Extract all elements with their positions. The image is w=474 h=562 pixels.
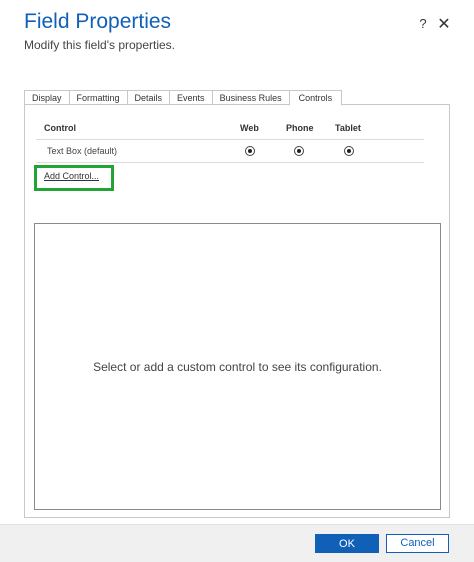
control-row-label: Text Box (default) — [47, 146, 118, 156]
tab-formatting[interactable]: Formatting — [68, 90, 127, 105]
radio-selected-dot — [347, 149, 351, 153]
web-radio[interactable] — [245, 146, 255, 156]
column-header-web: Web — [240, 123, 259, 133]
dialog-footer: OK Cancel — [0, 524, 474, 562]
radio-selected-dot — [297, 149, 301, 153]
grid-header-divider — [36, 139, 424, 140]
config-placeholder-message: Select or add a custom control to see it… — [93, 360, 382, 374]
add-control-link[interactable]: Add Control... — [44, 171, 99, 181]
dialog-title: Field Properties — [24, 10, 172, 33]
control-config-panel: Select or add a custom control to see it… — [34, 223, 441, 510]
tab-strip: Display Formatting Details Events Busine… — [24, 90, 343, 106]
column-header-tablet: Tablet — [335, 123, 361, 133]
tab-details[interactable]: Details — [126, 90, 170, 105]
close-button[interactable]: ✕ — [436, 14, 452, 33]
column-header-control: Control — [44, 123, 76, 133]
tablet-radio[interactable] — [344, 146, 354, 156]
radio-selected-dot — [248, 149, 252, 153]
tab-events[interactable]: Events — [169, 90, 212, 105]
column-header-phone: Phone — [286, 123, 314, 133]
help-button[interactable]: ? — [416, 16, 430, 32]
cancel-button[interactable]: Cancel — [386, 534, 449, 553]
tab-display[interactable]: Display — [24, 90, 69, 105]
tab-business-rules[interactable]: Business Rules — [211, 90, 289, 105]
dialog-subtitle: Modify this field's properties. — [24, 38, 176, 52]
phone-radio[interactable] — [294, 146, 304, 156]
tab-divider — [342, 104, 450, 105]
grid-row-divider — [36, 162, 424, 163]
ok-button[interactable]: OK — [315, 534, 379, 553]
tab-controls[interactable]: Controls — [288, 90, 343, 106]
